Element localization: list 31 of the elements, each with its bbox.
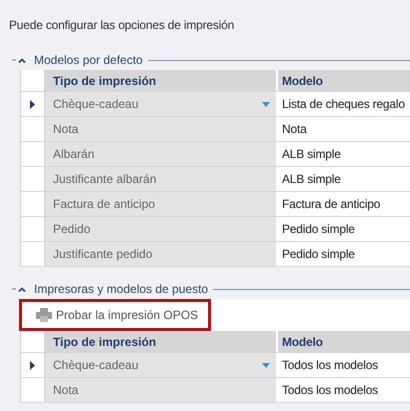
table-cell: Pedido simple — [278, 242, 410, 266]
row-indicator-icon — [30, 100, 35, 108]
dropdown-caret-icon[interactable] — [262, 102, 270, 106]
table-cell: Factura de anticipo — [278, 192, 410, 216]
printer-icon — [36, 308, 52, 322]
table-cell-text: Chèque-cadeau — [53, 96, 138, 113]
table-cell-text: Nota — [53, 121, 78, 138]
intro-text: Puede configurar las opciones de impresión — [8, 17, 236, 34]
section-title: Impresoras y modelos de puesto — [34, 281, 208, 298]
test-print-button[interactable]: Probar la impresión OPOS — [22, 302, 208, 328]
column-header: Modelo — [278, 70, 410, 91]
column-header: Tipo de impresión — [45, 331, 278, 352]
table-cell: ALB simple — [278, 142, 410, 166]
column-header: Modelo — [278, 331, 410, 352]
table-cell-text: Factura de anticipo — [53, 196, 156, 213]
dropdown-caret-icon[interactable] — [262, 362, 270, 368]
table-cell-text: Pedido — [53, 221, 90, 238]
table-cell: Todos los modelos — [278, 353, 410, 377]
table-cell: ALB simple — [278, 167, 410, 191]
column-header: Tipo de impresión — [45, 70, 278, 91]
table-cell: Nota — [278, 117, 410, 141]
table-cell: Todos los modelos — [278, 378, 410, 402]
table-cell-text: Nota — [53, 382, 78, 399]
table-cell-text: Chèque-cadeau — [53, 357, 138, 374]
table-cell: Pedido simple — [278, 217, 410, 241]
section-title: Modelos por defecto — [34, 52, 143, 69]
table-cell: Lista de cheques regalo — [278, 92, 410, 116]
table-cell-text: Justificante pedido — [53, 246, 152, 263]
table-cell-text: Justificante albarán — [53, 171, 156, 188]
table-cell-text: Albarán — [53, 146, 94, 163]
row-indicator-icon — [30, 360, 35, 370]
